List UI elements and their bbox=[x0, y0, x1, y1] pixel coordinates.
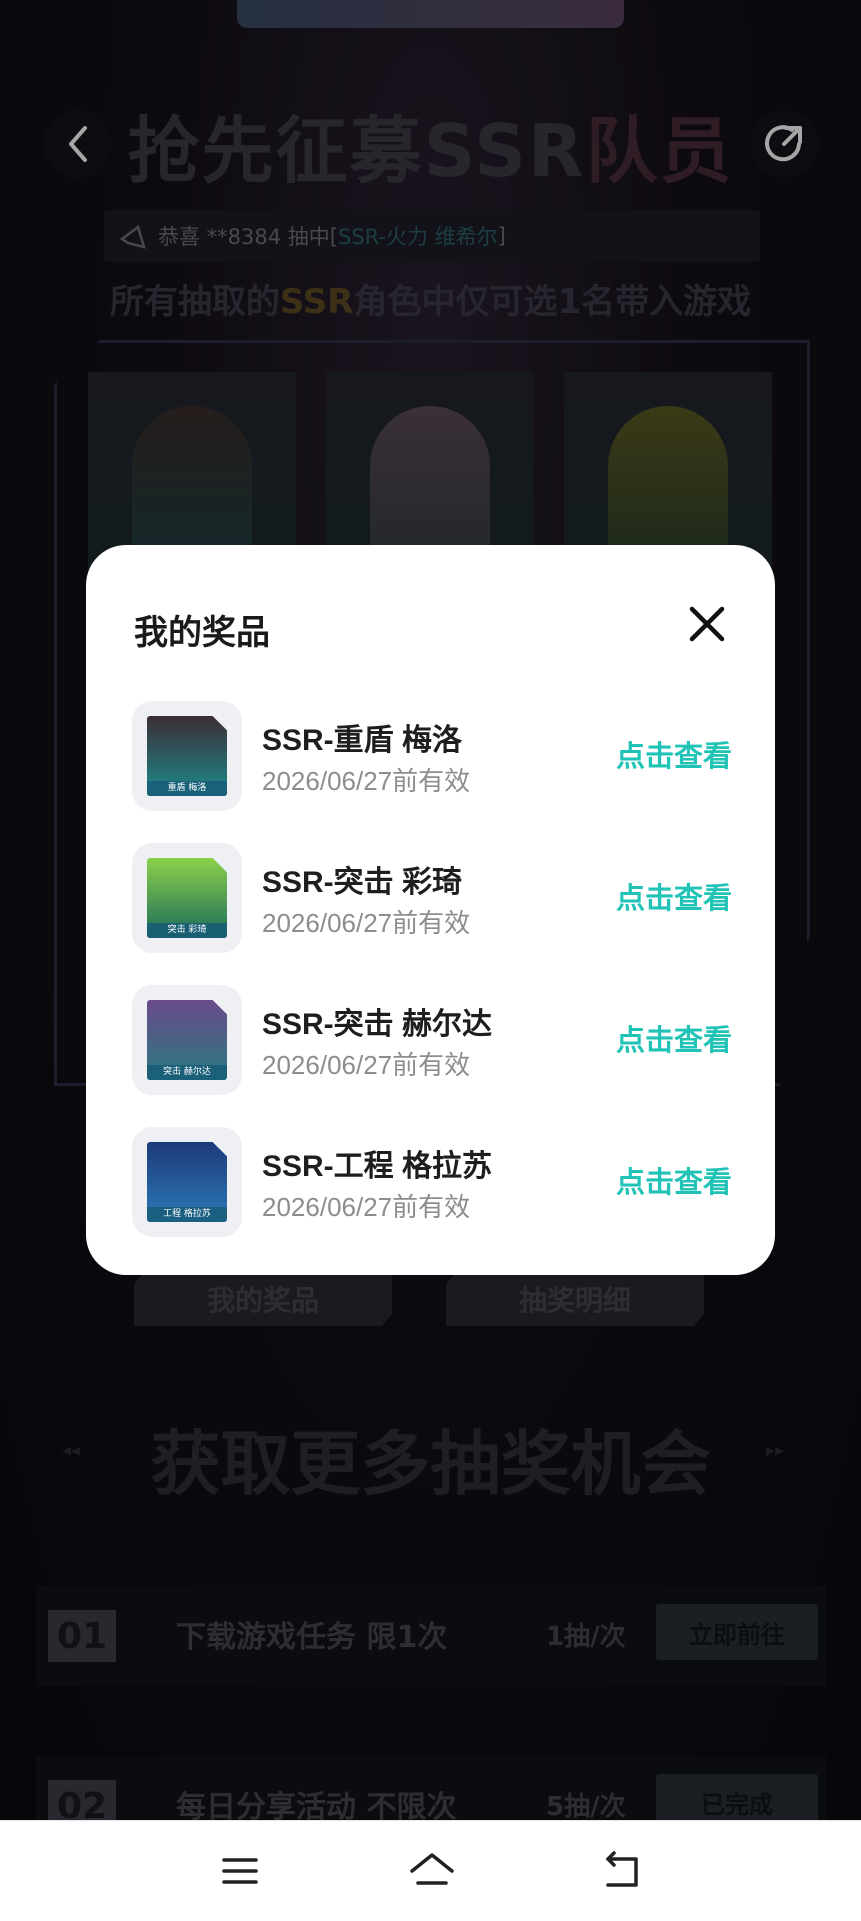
prize-expiry: 2026/06/27前有效 bbox=[262, 908, 471, 938]
prize-name: SSR-工程 格拉苏 bbox=[262, 1150, 493, 1183]
system-nav-bar bbox=[0, 1820, 861, 1921]
prize-item: 突击 赫尔达 SSR-突击 赫尔达 2026/06/27前有效 点击查看 bbox=[132, 985, 732, 1097]
return-icon bbox=[606, 1851, 638, 1887]
prize-expiry: 2026/06/27前有效 bbox=[262, 1050, 471, 1080]
modal-title: 我的奖品 bbox=[134, 613, 270, 653]
prize-name: SSR-突击 彩琦 bbox=[262, 866, 463, 899]
prize-tag: 工程 格拉苏 bbox=[147, 1207, 227, 1222]
home-button[interactable] bbox=[408, 1849, 454, 1893]
menu-icon bbox=[222, 1858, 258, 1884]
character-art: 工程 格拉苏 bbox=[147, 1142, 227, 1222]
menu-button[interactable] bbox=[218, 1849, 262, 1893]
prize-expiry: 2026/06/27前有效 bbox=[262, 766, 471, 796]
prize-item: 工程 格拉苏 SSR-工程 格拉苏 2026/06/27前有效 点击查看 bbox=[132, 1127, 732, 1239]
home-icon bbox=[410, 1853, 454, 1885]
my-prizes-modal: 我的奖品 重盾 梅洛 SSR-重盾 梅洛 2026/06/27前有效 点击查看 … bbox=[86, 545, 775, 1275]
view-prize-link[interactable]: 点击查看 bbox=[616, 875, 732, 917]
prize-thumbnail: 工程 格拉苏 bbox=[132, 1127, 242, 1237]
view-prize-link[interactable]: 点击查看 bbox=[616, 733, 732, 775]
prize-name: SSR-突击 赫尔达 bbox=[262, 1008, 493, 1041]
prize-item: 突击 彩琦 SSR-突击 彩琦 2026/06/27前有效 点击查看 bbox=[132, 843, 732, 955]
prize-thumbnail: 突击 赫尔达 bbox=[132, 985, 242, 1095]
prize-item: 重盾 梅洛 SSR-重盾 梅洛 2026/06/27前有效 点击查看 bbox=[132, 701, 732, 813]
prize-tag: 突击 彩琦 bbox=[147, 923, 227, 938]
view-prize-link[interactable]: 点击查看 bbox=[616, 1017, 732, 1059]
close-button[interactable] bbox=[686, 603, 728, 645]
prize-tag: 重盾 梅洛 bbox=[147, 781, 227, 796]
prize-expiry: 2026/06/27前有效 bbox=[262, 1192, 471, 1222]
view-prize-link[interactable]: 点击查看 bbox=[616, 1159, 732, 1201]
prize-thumbnail: 突击 彩琦 bbox=[132, 843, 242, 953]
prize-tag: 突击 赫尔达 bbox=[147, 1065, 227, 1080]
character-art: 突击 赫尔达 bbox=[147, 1000, 227, 1080]
character-art: 突击 彩琦 bbox=[147, 858, 227, 938]
back-nav-button[interactable] bbox=[600, 1849, 644, 1893]
character-art: 重盾 梅洛 bbox=[147, 716, 227, 796]
close-icon bbox=[689, 606, 725, 642]
prize-thumbnail: 重盾 梅洛 bbox=[132, 701, 242, 811]
prize-name: SSR-重盾 梅洛 bbox=[262, 724, 463, 757]
